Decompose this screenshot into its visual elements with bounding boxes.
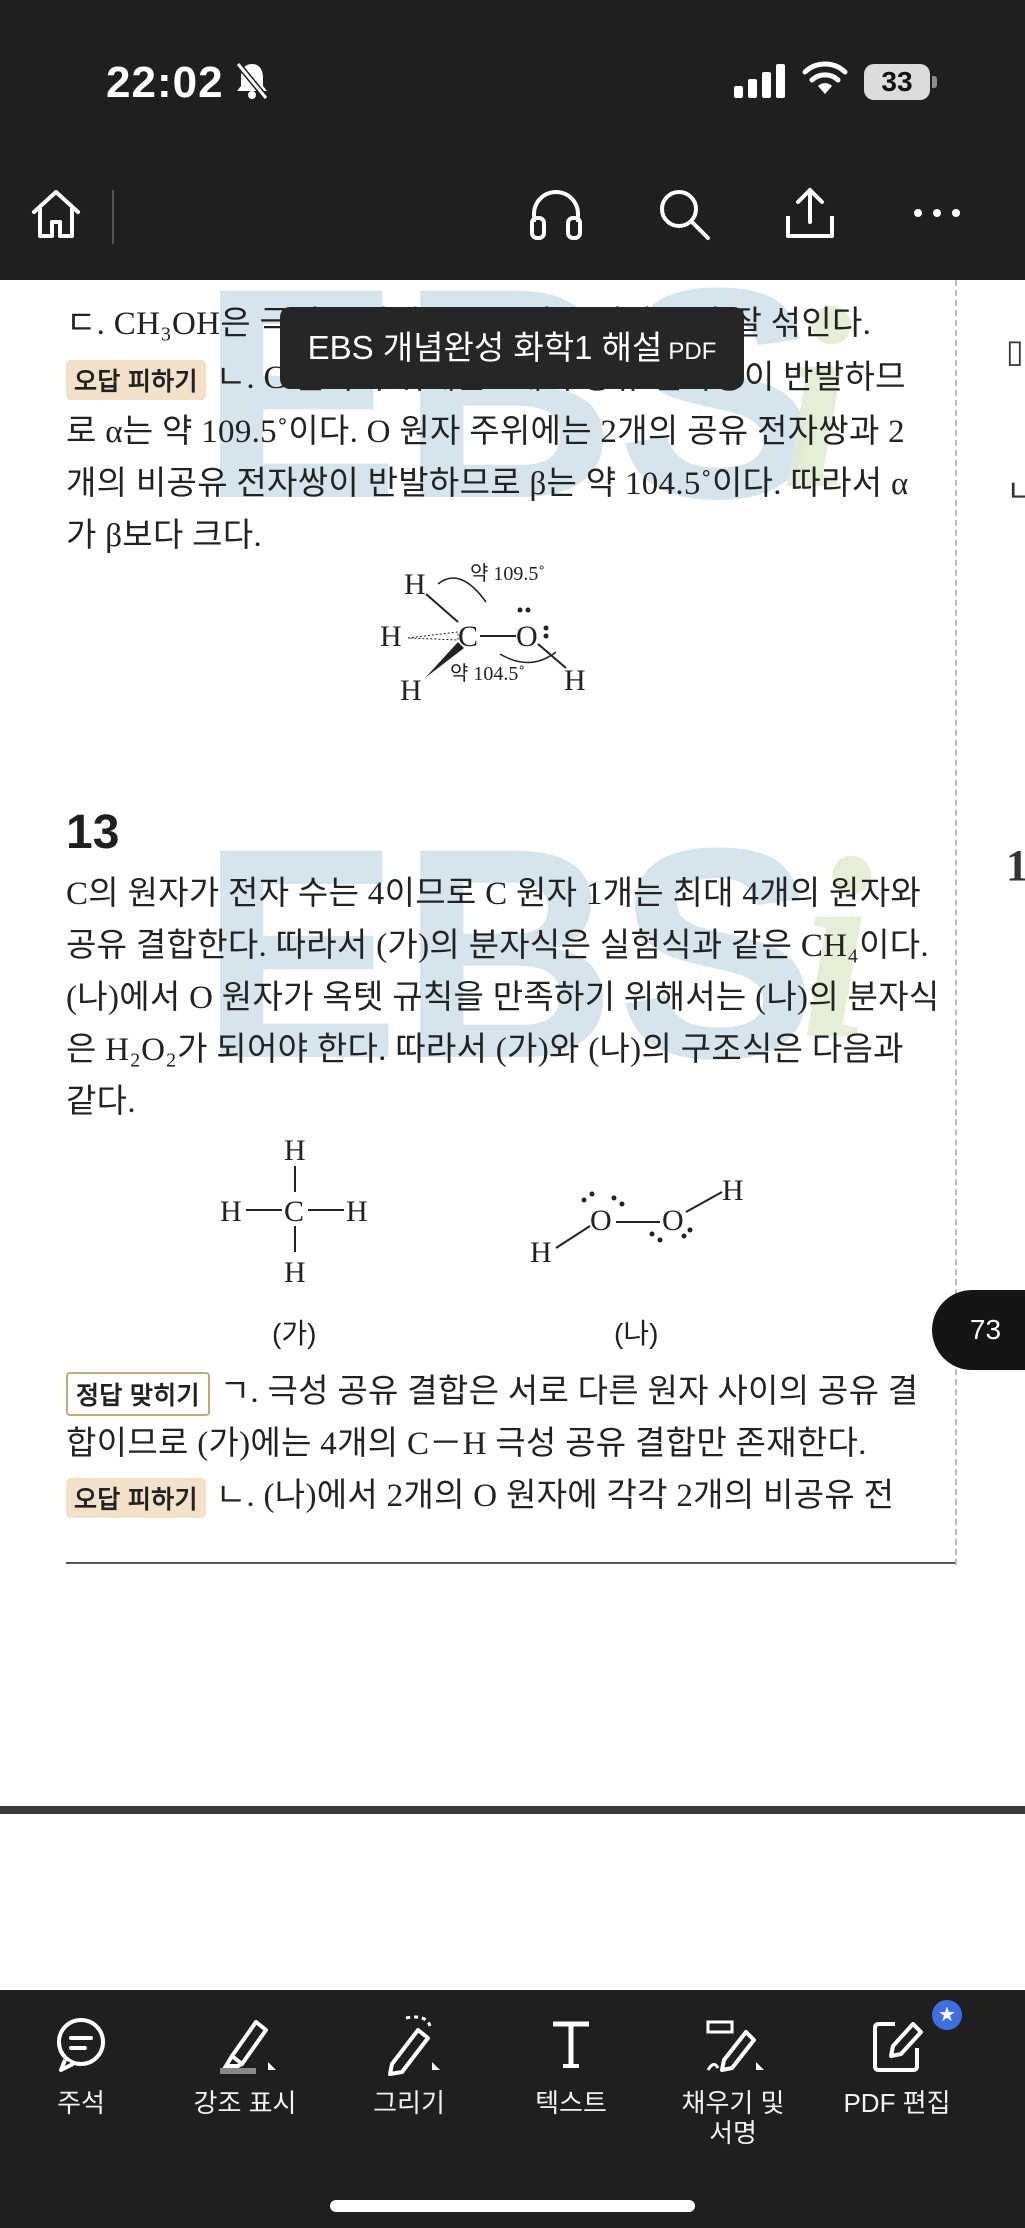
q12-text-line: 개의 비공유 전자쌍이 반발하므로 β는 약 104.5˚이다. 따라서 α [66,466,909,502]
svg-text:H: H [564,664,586,697]
svg-text:H: H [722,1174,744,1207]
battery-indicator: 33 [864,64,930,100]
draw-tool-label: 그리기 [373,2088,445,2118]
wifi-icon [802,61,848,94]
text-tool-button[interactable]: 텍스트 [496,2010,646,2118]
fill-and-sign-label-line1: 채우기 및 [681,2088,785,2118]
highlight-tool-label: 강조 표시 [193,2088,297,2118]
svg-text:H: H [530,1236,552,1269]
q13-text-line: 공유 결합한다. 따라서 (가)의 분자식은 실험식과 같은 CH₄이다. [66,928,929,964]
draw-tool-button[interactable]: 그리기 [334,2010,484,2118]
svg-text:H: H [380,620,402,653]
premium-star-icon: ★ [932,2000,962,2030]
q13-text-line: C의 원자가 전자 수는 4이므로 C 원자 1개는 최대 4개의 원자와 [66,876,922,912]
svg-text:H: H [284,1134,306,1167]
q12-text-line: 로 α는 약 109.5˚이다. O 원자 주위에는 2개의 공유 전자쌍과 2 [66,414,905,450]
methanol-structure-diagram: H H H C O H 약 109.5˚ 약 104.5˚ [380,562,586,707]
battery-tip [932,76,937,88]
q13-wrong-line: 오답 피하기 ㄴ. (나)에서 2개의 O 원자에 각각 2개의 비공유 전 [66,1468,906,1519]
column-divider [955,280,957,1565]
page-bottom-rule [66,1562,955,1564]
q13-text-line: 은 H₂O₂가 되어야 한다. 따라서 (가)와 (나)의 구조식은 다음과 [66,1032,904,1068]
q13-text-line: 합이므로 (가)에는 4개의 C－H 극성 공유 결합만 존재한다. [66,1426,867,1462]
status-time: 22:02 [106,58,224,107]
angle-label-alpha: 약 109.5˚ [470,562,545,585]
svg-text:H: H [284,1256,306,1289]
hydrogen-peroxide-structure-diagram: H O O H [530,1174,744,1269]
wrong-answer-tag: 오답 피하기 [66,1478,206,1519]
svg-text:O: O [662,1204,684,1237]
text-tool-label: 텍스트 [535,2088,607,2118]
fill-and-sign-tool-button[interactable]: 채우기 및 서명 [658,2010,808,2148]
q13-text-line: 같다. [66,1084,136,1120]
search-icon[interactable] [656,186,712,242]
svg-text:H: H [400,674,422,707]
svg-text:H: H [220,1195,242,1228]
comment-icon [57,2018,105,2072]
svg-text:H: H [346,1195,368,1228]
sign-pen-icon [706,2020,764,2072]
bottom-toolbar: 주석 강조 표시 그리기 텍스트 채우기 및 서명 PDF 편집 ★ [0,1990,1025,2228]
q13-right-line: 정답 맞히기 ㄱ. 극성 공유 결합은 서로 다른 원자 사이의 공유 결 [66,1364,918,1417]
document-type: PDF [668,338,717,365]
fill-and-sign-label-line2: 서명 [709,2118,757,2148]
right-column-fragment: ㄴ [1006,473,1025,509]
right-column-fragment: ▯ [1006,333,1024,369]
methane-structure-diagram: H H H C H [220,1134,368,1289]
q13-text-line: ㄱ. 극성 공유 결합은 서로 다른 원자 사이의 공유 결 [219,1374,919,1410]
angle-label-beta: 약 104.5˚ [450,662,525,685]
text-icon [553,2021,589,2068]
comment-tool-label: 주석 [57,2088,105,2118]
highlighter-icon [220,2020,276,2074]
home-indicator[interactable] [330,2200,695,2212]
right-column-fragment: 1 [1006,841,1025,890]
label-na: (나) [614,1318,659,1349]
more-options-icon[interactable] [912,206,962,220]
label-ga: (가) [272,1318,317,1349]
bell-muted-icon [235,62,269,100]
question-number: 13 [66,806,120,859]
q13-text-line: (나)에서 O 원자가 옥텟 규칙을 만족하기 위해서는 (나)의 분자식 [66,980,940,1016]
edit-pdf-icon [873,2022,923,2072]
pencil-icon [388,2015,440,2076]
page-boundary [0,1806,1025,1814]
home-icon[interactable] [28,186,84,242]
edit-pdf-label: PDF 편집 [843,2088,951,2118]
page-number: 73 [969,1314,1002,1345]
svg-text:C: C [284,1195,304,1228]
top-toolbar: 22:02 33 [0,0,1025,280]
document-title: EBS 개념완성 화학1 해설 [307,329,663,366]
document-title-overlay: EBS 개념완성 화학1 해설 PDF [280,307,744,389]
comment-tool-button[interactable]: 주석 [6,2010,156,2118]
cellular-signal-icon [734,64,785,98]
svg-text:H: H [404,568,426,601]
svg-text:O: O [590,1204,612,1237]
share-icon[interactable] [782,186,838,242]
q13-text-line: ㄴ. (나)에서 2개의 O 원자에 각각 2개의 비공유 전 [215,1478,895,1514]
pdf-page: EBS i EBS i ㄷ. CH₃OH은 극성 분자이므로 극성 용매인 물과… [0,280,1025,1980]
q12-text-line: 가 β보다 크다. [66,518,263,554]
page-number-badge[interactable]: 73 [932,1290,1025,1370]
headphones-icon[interactable] [526,186,586,242]
highlight-tool-button[interactable]: 강조 표시 [170,2010,320,2118]
toolbar-divider [112,190,114,244]
correct-answer-tag: 정답 맞히기 [66,1372,210,1417]
svg-text:O: O [516,620,538,653]
wrong-answer-tag: 오답 피하기 [66,360,206,401]
